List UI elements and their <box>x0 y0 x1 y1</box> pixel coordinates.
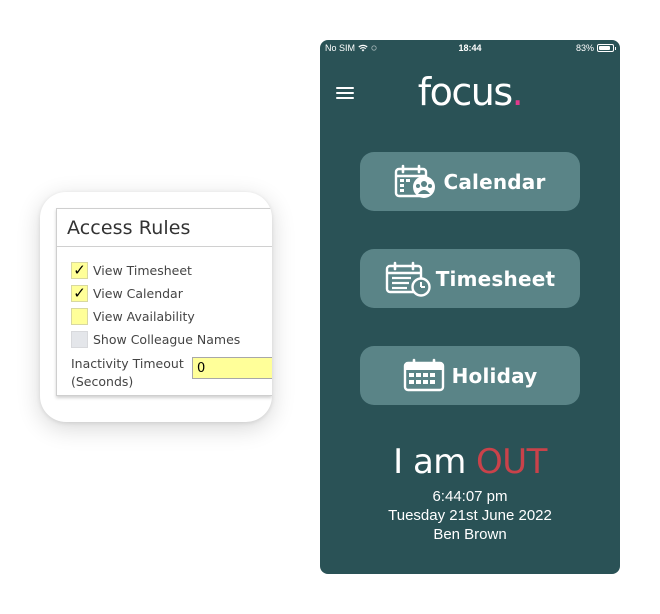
inactivity-timeout-label: Inactivity Timeout (Seconds) <box>71 355 192 391</box>
calendar-label: Calendar <box>443 169 546 194</box>
inactivity-timeout-label-line1: Inactivity Timeout <box>71 356 184 371</box>
access-rules-title: Access Rules <box>57 209 272 247</box>
view-calendar-label: View Calendar <box>93 286 183 301</box>
current-date: Tuesday 21st June 2022 <box>388 507 552 524</box>
status-bar-right: 83% <box>575 43 616 53</box>
calendar-people-icon <box>395 164 436 198</box>
battery-level <box>599 46 610 50</box>
show-colleague-names-checkbox[interactable] <box>71 331 88 348</box>
view-timesheet-label: View Timesheet <box>93 263 192 278</box>
view-calendar-checkbox[interactable]: ✓ <box>71 285 88 302</box>
access-rules-panel: Access Rules ✓ View Timesheet ✓ View Cal… <box>56 208 272 396</box>
holiday-button[interactable]: Holiday <box>360 346 580 405</box>
clock-time: 6:44:07 pm <box>432 488 508 505</box>
rule-view-calendar[interactable]: ✓ View Calendar <box>71 282 272 305</box>
battery-percent: 83% <box>575 43 594 53</box>
timesheet-button[interactable]: Timesheet <box>360 249 580 308</box>
rule-view-timesheet[interactable]: ✓ View Timesheet <box>71 259 272 282</box>
battery-icon <box>597 44 616 52</box>
inactivity-timeout-row: Inactivity Timeout (Seconds) <box>57 351 272 391</box>
view-timesheet-checkbox[interactable]: ✓ <box>71 262 88 279</box>
attendance-status-prefix: I am <box>393 442 466 482</box>
attendance-status: I am OUT <box>320 442 620 482</box>
timesheet-clock-icon <box>385 261 431 297</box>
logo-dot: . <box>511 70 524 114</box>
status-bar: No SIM 18:44 83% <box>320 40 620 56</box>
timesheet-label: Timesheet <box>435 266 556 291</box>
inactivity-timeout-input[interactable] <box>192 357 272 379</box>
access-rules-list: ✓ View Timesheet ✓ View Calendar View Av… <box>57 247 272 351</box>
user-name: Ben Brown <box>433 526 507 543</box>
logo-text: focus <box>417 70 513 114</box>
rule-view-availability[interactable]: View Availability <box>71 305 272 328</box>
access-rules-card: Access Rules ✓ View Timesheet ✓ View Cal… <box>40 192 272 422</box>
view-availability-checkbox[interactable] <box>71 308 88 325</box>
phone-screen: No SIM 18:44 83% focus. Calendar Timeshe… <box>320 40 620 574</box>
focus-logo: focus. <box>320 70 620 114</box>
holiday-calendar-icon <box>403 358 444 391</box>
show-colleague-names-label: Show Colleague Names <box>93 332 241 347</box>
rule-show-colleague-names[interactable]: Show Colleague Names <box>71 328 272 351</box>
calendar-button[interactable]: Calendar <box>360 152 580 211</box>
attendance-status-state: OUT <box>475 442 547 482</box>
holiday-label: Holiday <box>451 363 538 388</box>
view-availability-label: View Availability <box>93 309 195 324</box>
inactivity-timeout-label-line2: (Seconds) <box>71 374 134 389</box>
